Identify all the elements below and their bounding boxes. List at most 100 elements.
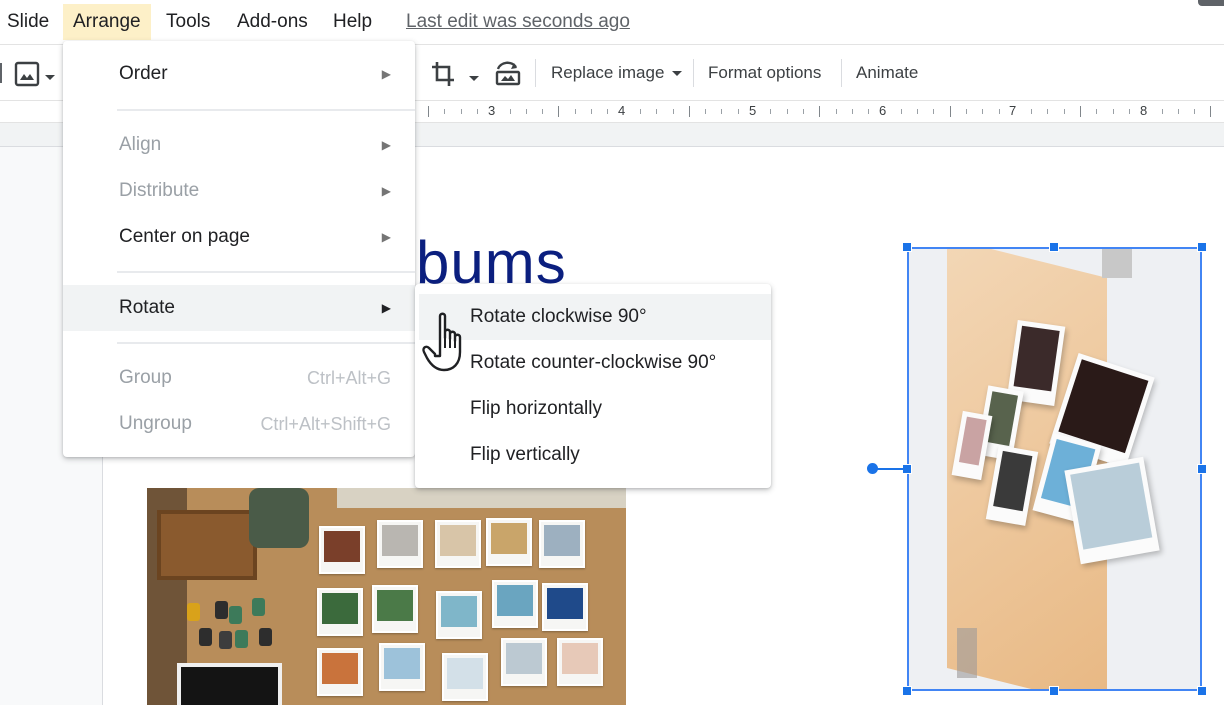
menu-arrange[interactable]: Arrange [63, 4, 151, 40]
ruler-tick [819, 106, 821, 117]
menu-item-group[interactable]: Group Ctrl+Alt+G [63, 355, 415, 401]
photo-print [177, 663, 282, 705]
resize-handle-left[interactable] [902, 464, 912, 474]
resize-handle-top[interactable] [1049, 242, 1059, 252]
format-options-button[interactable]: Format options [708, 55, 821, 91]
photo-polaroid [379, 643, 425, 691]
menu-item-ungroup[interactable]: Ungroup Ctrl+Alt+Shift+G [63, 401, 415, 447]
menu-item-center-on-page[interactable]: Center on page ▶ [63, 214, 415, 260]
animate-button[interactable]: Animate [856, 55, 918, 91]
menu-item-label: Flip horizontally [470, 398, 602, 419]
toolbar-divider [535, 59, 536, 87]
menu-item-label: Rotate clockwise 90° [470, 306, 647, 327]
resize-handle-right[interactable] [1197, 464, 1207, 474]
ruler-tick [982, 109, 984, 114]
ruler-tick [1047, 109, 1049, 114]
reset-image-icon[interactable] [494, 59, 522, 92]
photo-blurred-frame [957, 628, 977, 678]
selected-wall-photo-image[interactable] [907, 248, 1202, 690]
ruler-tick [1080, 106, 1081, 117]
resize-handle-top-right[interactable] [1197, 242, 1207, 252]
photo-clip [1102, 248, 1132, 278]
menu-separator [117, 271, 415, 273]
ruler-tick [786, 109, 788, 114]
menu-item-label: Flip vertically [470, 444, 580, 465]
menu-item-align[interactable]: Align ▶ [63, 122, 415, 168]
replace-image-label: Replace image [551, 63, 665, 82]
resize-handle-bottom-right[interactable] [1197, 686, 1207, 696]
photo-window [337, 488, 626, 508]
menu-slide[interactable]: Slide [0, 4, 59, 40]
crop-dropdown-icon[interactable] [468, 70, 480, 88]
photo-polaroid [442, 653, 488, 701]
ruler-tick [851, 109, 853, 114]
photo-polaroid [1064, 456, 1160, 565]
image-dropdown-icon[interactable] [44, 69, 56, 87]
account-avatar[interactable] [1198, 0, 1224, 6]
ruler-tick [428, 106, 429, 117]
photo-shelf [157, 510, 257, 580]
last-edit-link[interactable]: Last edit was seconds ago [406, 4, 630, 40]
ruler-tick [770, 109, 772, 114]
menu-item-rotate-clockwise[interactable]: Rotate clockwise 90° [419, 294, 771, 340]
menu-item-rotate[interactable]: Rotate ▶ [63, 285, 415, 331]
menu-separator [117, 109, 415, 111]
photo-polaroid [317, 648, 363, 696]
ruler-tick [1128, 109, 1130, 114]
ruler-tick [1031, 109, 1033, 114]
resize-handle-bottom[interactable] [1049, 686, 1059, 696]
ruler-tick [705, 109, 707, 114]
toolbar-divider [693, 59, 694, 87]
resize-handle-bottom-left[interactable] [902, 686, 912, 696]
ruler-tick [900, 109, 902, 114]
desk-photo-image[interactable] [147, 488, 626, 705]
menu-item-flip-horizontally[interactable]: Flip horizontally [415, 386, 771, 432]
menu-help[interactable]: Help [323, 4, 382, 40]
ruler-tick [1112, 109, 1114, 114]
menubar: Slide Arrange Tools Add-ons Help Last ed… [0, 0, 1224, 44]
image-icon[interactable] [14, 61, 40, 92]
ruler-tick [476, 109, 478, 114]
photo-film-canister [259, 628, 272, 646]
menu-item-rotate-counter-clockwise[interactable]: Rotate counter-clockwise 90° [415, 340, 771, 386]
photo-polaroid [372, 585, 418, 633]
rotate-submenu: Rotate clockwise 90° Rotate counter-cloc… [415, 284, 771, 488]
photo-polaroid [319, 526, 365, 574]
submenu-arrow-icon: ▶ [381, 301, 391, 315]
crop-icon[interactable] [430, 60, 456, 93]
menu-item-shortcut: Ctrl+Alt+Shift+G [260, 414, 391, 434]
menu-item-shortcut: Ctrl+Alt+G [306, 368, 391, 388]
photo-polaroid [435, 520, 481, 568]
ruler-tick [1096, 109, 1098, 114]
ruler-tick [444, 109, 446, 114]
menu-item-label: Distribute [119, 180, 200, 201]
replace-image-button[interactable]: Replace image [551, 55, 683, 91]
ruler-number: 6 [879, 103, 887, 118]
photo-film-canister [229, 606, 242, 624]
ruler-tick [542, 109, 544, 114]
submenu-arrow-icon: ▶ [381, 184, 391, 198]
menu-item-order[interactable]: Order ▶ [63, 51, 415, 97]
photo-polaroid [542, 583, 588, 631]
ruler-tick [721, 109, 723, 114]
rotation-handle[interactable] [867, 463, 878, 474]
menu-item-label: Rotate [119, 297, 175, 318]
menu-add-ons[interactable]: Add-ons [227, 4, 318, 40]
photo-film-canister [199, 628, 212, 646]
ruler-tick [917, 109, 918, 114]
ruler-tick [639, 109, 641, 114]
photo-film-canister [235, 630, 248, 648]
menu-tools[interactable]: Tools [156, 4, 220, 40]
photo-polaroid [557, 638, 603, 686]
photo-polaroid [317, 588, 363, 636]
ruler-tick [949, 106, 951, 117]
photo-polaroid [501, 638, 547, 686]
ruler-tick [1063, 109, 1065, 114]
menu-item-distribute[interactable]: Distribute ▶ [63, 168, 415, 214]
menu-separator [117, 342, 415, 344]
menu-item-flip-vertically[interactable]: Flip vertically [415, 432, 771, 478]
ruler-tick [1194, 109, 1196, 114]
resize-handle-top-left[interactable] [902, 242, 912, 252]
menu-item-label: Group [119, 367, 172, 388]
photo-polaroid [492, 580, 538, 628]
